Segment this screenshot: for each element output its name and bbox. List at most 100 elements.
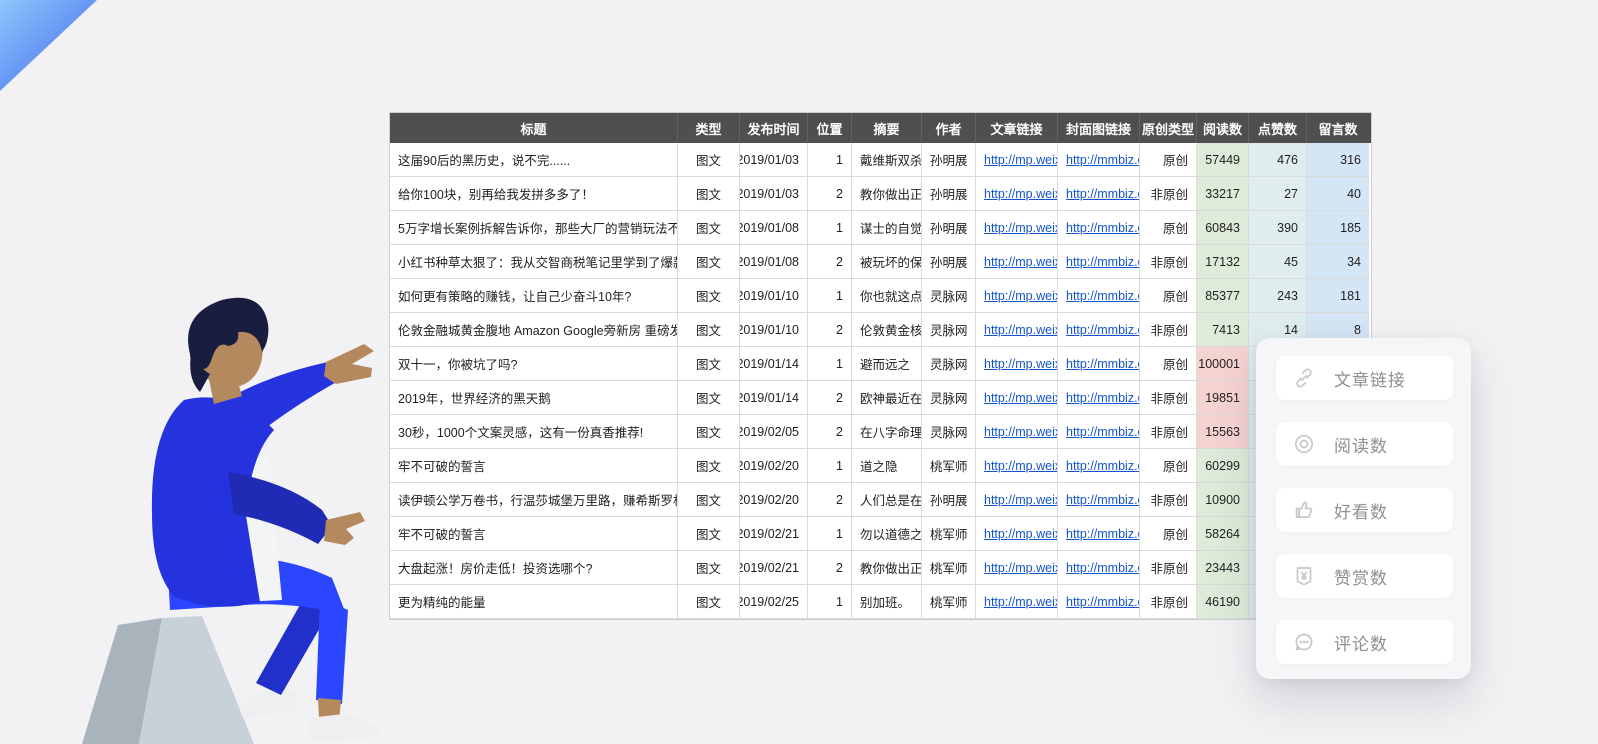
cell-title[interactable]: 读伊顿公学万卷书，行温莎城堡万里路，赚希斯罗机场 (390, 483, 678, 517)
menu-item-reads[interactable]: 阅读数 (1276, 422, 1453, 466)
cell-position[interactable]: 1 (808, 585, 852, 619)
cell-author[interactable]: 灵脉网 (922, 347, 976, 381)
cell-comments[interactable]: 40 (1307, 177, 1369, 211)
cell-date[interactable]: 2019/01/14 (740, 347, 808, 381)
menu-item-comments[interactable]: 评论数 (1276, 620, 1453, 664)
cell-author[interactable]: 孙明展 (922, 143, 976, 177)
cover-link[interactable]: http://mmbiz.c (1066, 289, 1140, 303)
cell-author[interactable]: 孙明展 (922, 211, 976, 245)
cell-author[interactable]: 桃军师 (922, 449, 976, 483)
cell-comments[interactable]: 181 (1307, 279, 1369, 313)
column-header-comments[interactable]: 留言数 (1307, 113, 1369, 143)
cell-original_type[interactable]: 非原创 (1140, 551, 1197, 585)
column-header-summary[interactable]: 摘要 (852, 113, 922, 143)
cell-date[interactable]: 2019/01/10 (740, 313, 808, 347)
cell-original_type[interactable]: 非原创 (1140, 381, 1197, 415)
cell-date[interactable]: 2019/02/20 (740, 483, 808, 517)
cell-comments[interactable]: 34 (1307, 245, 1369, 279)
cell-original_type[interactable]: 原创 (1140, 279, 1197, 313)
cell-summary[interactable]: 别加班。 (852, 585, 922, 619)
cell-reads[interactable]: 57449 (1197, 143, 1249, 177)
cell-author[interactable]: 孙明展 (922, 177, 976, 211)
cell-type[interactable]: 图文 (678, 347, 740, 381)
cell-summary[interactable]: 教你做出正确 (852, 177, 922, 211)
column-header-type[interactable]: 类型 (678, 113, 740, 143)
cell-author[interactable]: 孙明展 (922, 483, 976, 517)
cell-type[interactable]: 图文 (678, 381, 740, 415)
cell-summary[interactable]: 欧神最近在吐 (852, 381, 922, 415)
column-header-author[interactable]: 作者 (922, 113, 976, 143)
article-link[interactable]: http://mp.weixi (984, 561, 1058, 575)
cell-reads[interactable]: 100001 (1197, 347, 1249, 381)
cell-original_type[interactable]: 非原创 (1140, 483, 1197, 517)
cell-original_type[interactable]: 非原创 (1140, 585, 1197, 619)
cell-author[interactable]: 桃军师 (922, 517, 976, 551)
cell-reads[interactable]: 58264 (1197, 517, 1249, 551)
cell-date[interactable]: 2019/01/10 (740, 279, 808, 313)
cell-title[interactable]: 牢不可破的誓言 (390, 449, 678, 483)
cover-link[interactable]: http://mmbiz.c (1066, 221, 1140, 235)
cell-date[interactable]: 2019/01/14 (740, 381, 808, 415)
cell-title[interactable]: 5万字增长案例拆解告诉你，那些大厂的营销玩法不过如此 (390, 211, 678, 245)
column-header-cover_link[interactable]: 封面图链接 (1058, 113, 1140, 143)
cell-original_type[interactable]: 非原创 (1140, 177, 1197, 211)
cell-type[interactable]: 图文 (678, 551, 740, 585)
cell-original_type[interactable]: 原创 (1140, 449, 1197, 483)
cover-link[interactable]: http://mmbiz.c (1066, 255, 1140, 269)
cell-reads[interactable]: 60843 (1197, 211, 1249, 245)
cell-position[interactable]: 1 (808, 517, 852, 551)
cover-link[interactable]: http://mmbiz.c (1066, 561, 1140, 575)
cell-summary[interactable]: 戴维斯双杀 (852, 143, 922, 177)
cell-type[interactable]: 图文 (678, 585, 740, 619)
cell-reads[interactable]: 19851 (1197, 381, 1249, 415)
cell-date[interactable]: 2019/02/21 (740, 551, 808, 585)
cell-title[interactable]: 大盘起涨！房价走低！投资选哪个? (390, 551, 678, 585)
article-link[interactable]: http://mp.weixi (984, 391, 1058, 405)
cell-type[interactable]: 图文 (678, 245, 740, 279)
cell-date[interactable]: 2019/01/03 (740, 177, 808, 211)
cell-author[interactable]: 孙明展 (922, 245, 976, 279)
cell-summary[interactable]: 被玩坏的保险 (852, 245, 922, 279)
cell-comments[interactable]: 185 (1307, 211, 1369, 245)
cell-summary[interactable]: 伦敦黄金核心 (852, 313, 922, 347)
cell-type[interactable]: 图文 (678, 415, 740, 449)
article-link[interactable]: http://mp.weixi (984, 289, 1058, 303)
article-link[interactable]: http://mp.weixi (984, 255, 1058, 269)
cell-author[interactable]: 灵脉网 (922, 313, 976, 347)
cell-original_type[interactable]: 非原创 (1140, 415, 1197, 449)
cell-position[interactable]: 2 (808, 313, 852, 347)
article-link[interactable]: http://mp.weixi (984, 221, 1058, 235)
cell-type[interactable]: 图文 (678, 449, 740, 483)
cover-link[interactable]: http://mmbiz.c (1066, 357, 1140, 371)
cell-type[interactable]: 图文 (678, 211, 740, 245)
cell-type[interactable]: 图文 (678, 517, 740, 551)
cell-reads[interactable]: 33217 (1197, 177, 1249, 211)
cell-author[interactable]: 灵脉网 (922, 381, 976, 415)
cell-likes[interactable]: 45 (1249, 245, 1307, 279)
menu-item-looks[interactable]: 好看数 (1276, 488, 1453, 532)
article-link[interactable]: http://mp.weixi (984, 187, 1058, 201)
cell-reads[interactable]: 60299 (1197, 449, 1249, 483)
column-header-position[interactable]: 位置 (808, 113, 852, 143)
cell-original_type[interactable]: 原创 (1140, 143, 1197, 177)
cell-original_type[interactable]: 原创 (1140, 211, 1197, 245)
cell-likes[interactable]: 476 (1249, 143, 1307, 177)
cell-position[interactable]: 1 (808, 279, 852, 313)
cell-type[interactable]: 图文 (678, 143, 740, 177)
cell-position[interactable]: 2 (808, 177, 852, 211)
article-link[interactable]: http://mp.weixi (984, 493, 1058, 507)
cover-link[interactable]: http://mmbiz.c (1066, 187, 1140, 201)
column-header-reads[interactable]: 阅读数 (1197, 113, 1249, 143)
cell-position[interactable]: 2 (808, 245, 852, 279)
cell-summary[interactable]: 你也就这点见 (852, 279, 922, 313)
cell-summary[interactable]: 道之隐 (852, 449, 922, 483)
column-header-date[interactable]: 发布时间 (740, 113, 808, 143)
column-header-article_link[interactable]: 文章链接 (976, 113, 1058, 143)
cell-likes[interactable]: 27 (1249, 177, 1307, 211)
cell-reads[interactable]: 46190 (1197, 585, 1249, 619)
cell-date[interactable]: 2019/02/05 (740, 415, 808, 449)
cell-summary[interactable]: 在八字命理学 (852, 415, 922, 449)
cell-title[interactable]: 这届90后的黑历史，说不完...... (390, 143, 678, 177)
cell-reads[interactable]: 17132 (1197, 245, 1249, 279)
article-link[interactable]: http://mp.weixi (984, 595, 1058, 609)
